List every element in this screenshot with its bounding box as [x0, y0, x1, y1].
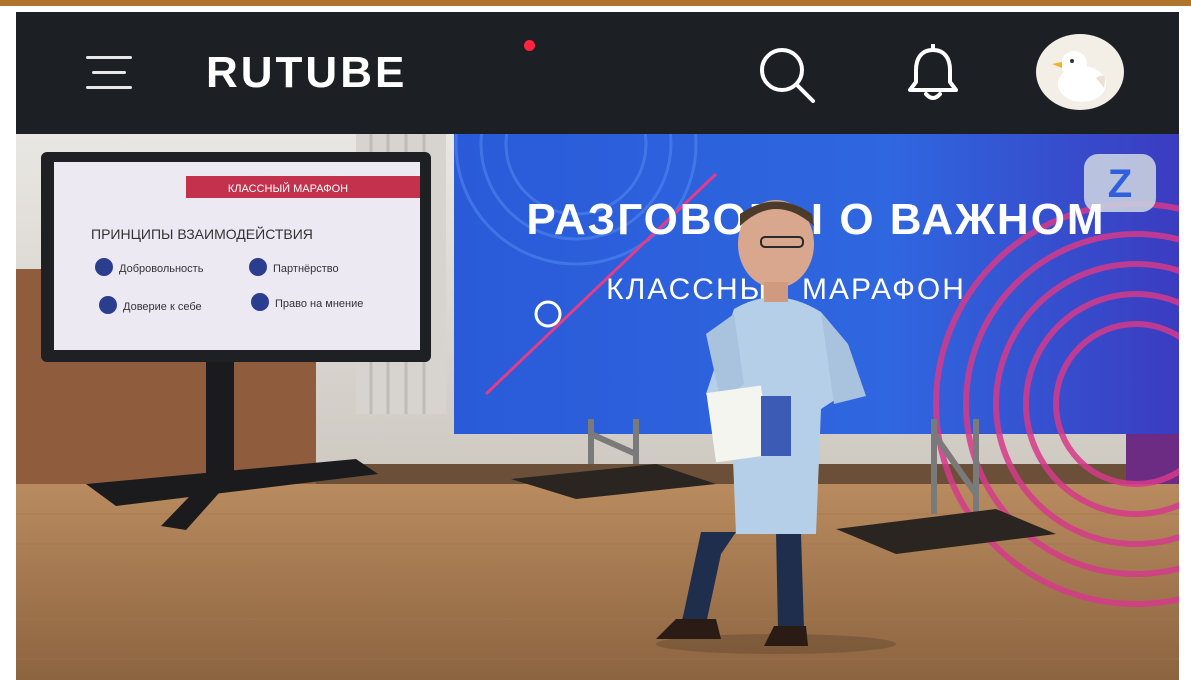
screen-header-label: КЛАССНЫЙ МАРАФОН — [228, 182, 348, 195]
screen-item: Доверие к себе — [123, 301, 202, 313]
logo-dot — [524, 40, 535, 51]
screen-item: Право на мнение — [275, 298, 363, 310]
banner-title: РАЗГОВОРЫ О ВАЖНОМ — [526, 195, 1105, 244]
video-player[interactable]: Z РАЗГОВОРЫ О ВАЖНОМ КЛАССНЫЙ МАРАФОН КЛ… — [16, 134, 1179, 680]
hamburger-menu-icon[interactable] — [86, 52, 134, 94]
bell-icon[interactable] — [900, 42, 966, 108]
banner-badge: Z — [1108, 162, 1132, 206]
video-frame-scene: Z РАЗГОВОРЫ О ВАЖНОМ КЛАССНЫЙ МАРАФОН КЛ… — [16, 134, 1179, 680]
search-icon[interactable] — [754, 42, 820, 108]
screen-item: Партнёрство — [273, 263, 339, 275]
app-frame: RUTUBE Z РАЗГОВОРЫ О ВАЖНОМ КЛАССНЫЙ МАР… — [0, 0, 1191, 680]
top-navigation-bar: RUTUBE — [16, 12, 1179, 134]
user-avatar[interactable] — [1036, 34, 1124, 110]
screen-item: Добровольность — [119, 263, 204, 275]
screen-title: ПРИНЦИПЫ ВЗАИМОДЕЙСТВИЯ — [91, 225, 313, 242]
rutube-logo[interactable]: RUTUBE — [206, 48, 407, 98]
